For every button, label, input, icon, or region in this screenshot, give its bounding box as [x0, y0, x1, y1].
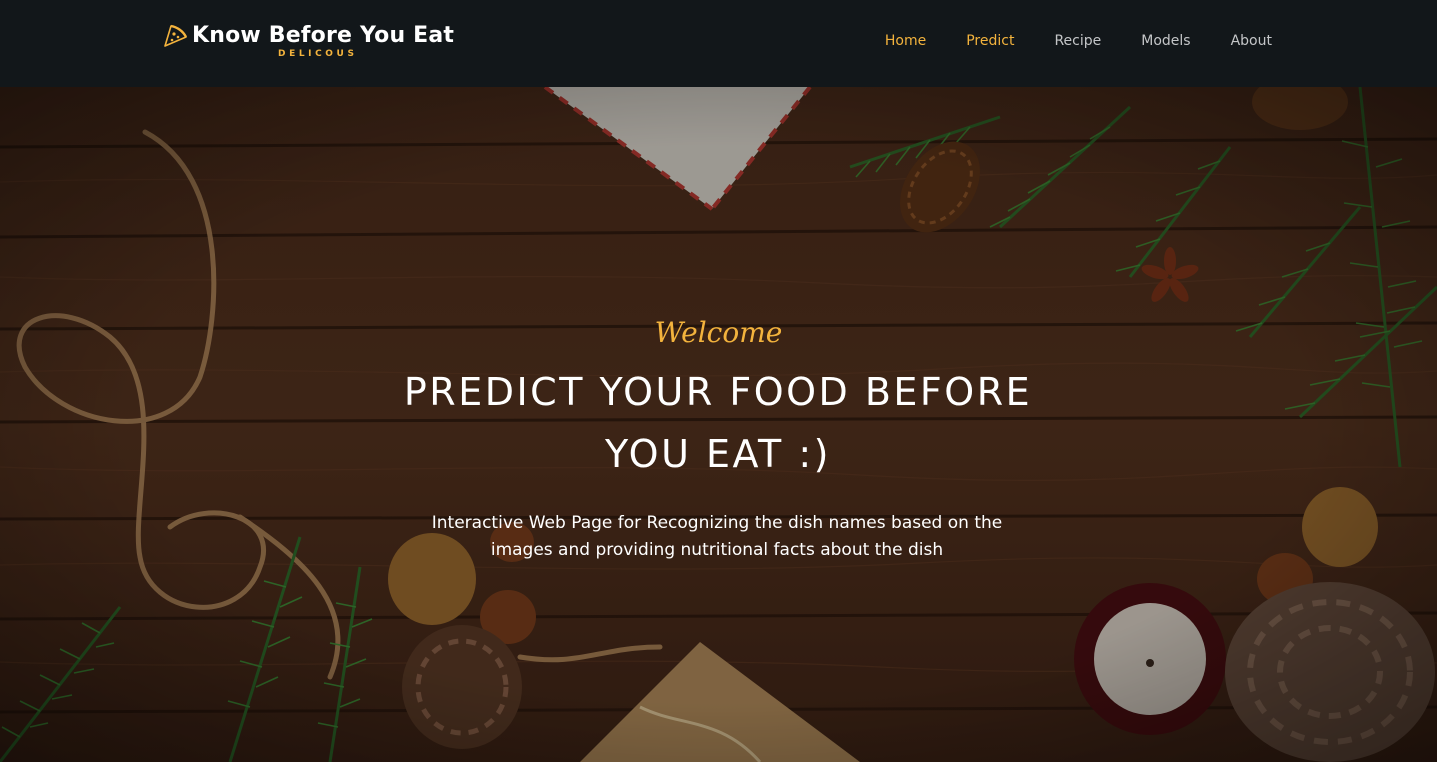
pizza-slice-icon — [164, 24, 188, 47]
nav-item-predict[interactable]: Predict — [966, 31, 1014, 51]
hero-section: Welcome Predict your food before you eat… — [0, 87, 1437, 762]
brand-subtitle: DELICOUS — [278, 49, 358, 59]
hero-headline: Predict your food before you eat :) — [403, 370, 1033, 476]
nav-item-models[interactable]: Models — [1141, 31, 1190, 51]
navbar: Know Before You Eat DELICOUS Home Predic… — [0, 0, 1437, 87]
brand-title: Know Before You Eat — [192, 23, 455, 48]
nav-item-home[interactable]: Home — [885, 31, 926, 51]
nav-item-recipe[interactable]: Recipe — [1054, 31, 1101, 51]
hero-subtitle: Interactive Web Page for Recognizing the… — [431, 513, 1003, 560]
hero-content: Welcome Predict your food before you eat… — [0, 87, 1437, 762]
hero-welcome: Welcome — [654, 316, 783, 349]
nav-item-about[interactable]: About — [1231, 31, 1272, 51]
brand-logo-link[interactable]: Know Before You Eat DELICOUS — [162, 22, 454, 62]
brand-text: Know Before You Eat DELICOUS — [192, 22, 454, 59]
main-nav: Home Predict Recipe Models About — [845, 31, 1272, 51]
